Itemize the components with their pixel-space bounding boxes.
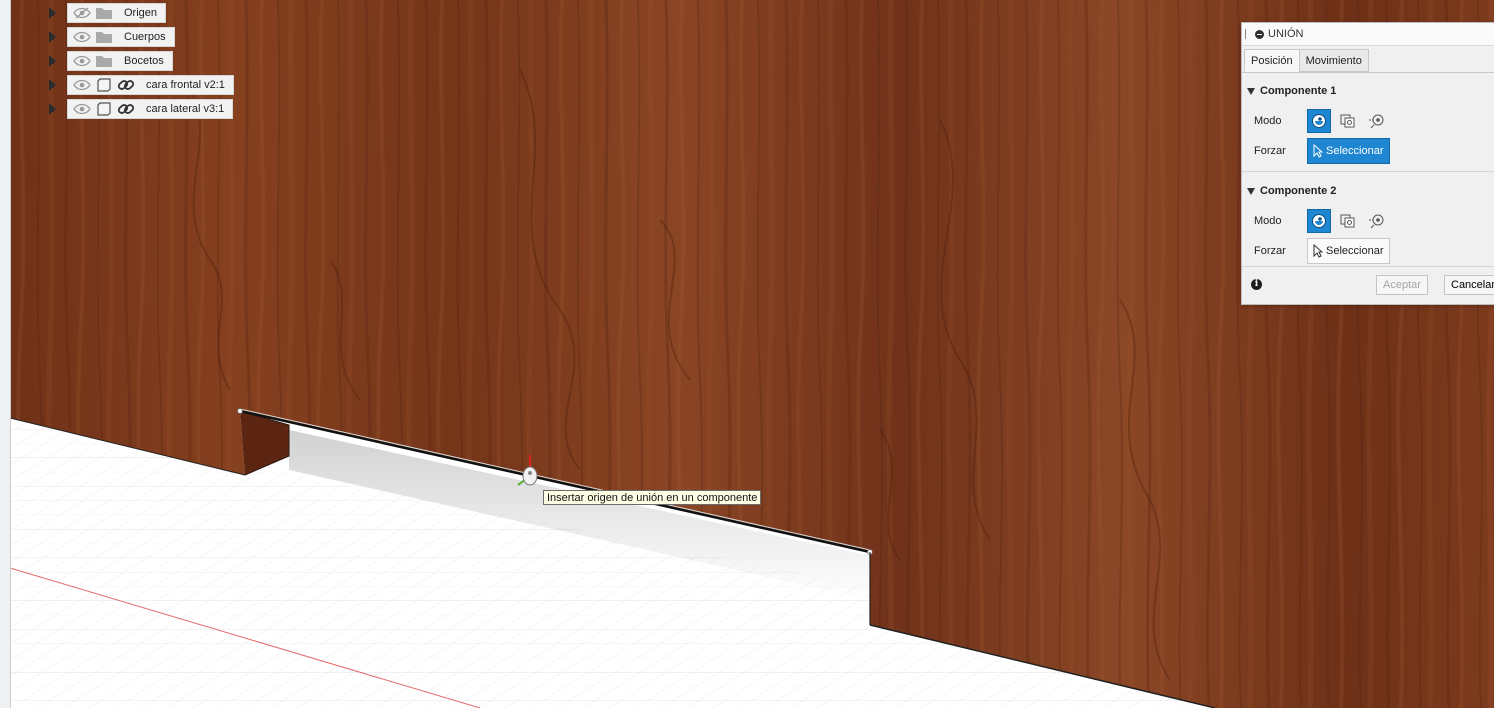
tree-chip: Origen	[67, 3, 167, 23]
tree-item-label: cara frontal v2:1	[146, 79, 225, 91]
cancel-button[interactable]: Cancelar	[1444, 275, 1494, 295]
eye-icon[interactable]	[72, 53, 92, 69]
tree-chip: Cuerpos	[67, 27, 175, 47]
eye-icon[interactable]	[72, 101, 92, 117]
joint-dialog: UNIÓN Posición Movimiento Componente 1 M…	[1241, 22, 1494, 305]
between-two-faces-button[interactable]	[1336, 209, 1360, 233]
select-label: Seleccionar	[1326, 145, 1384, 157]
tree-item-label: Cuerpos	[124, 31, 166, 43]
select-label: Seleccionar	[1326, 245, 1384, 257]
cursor-arrow-icon	[1313, 144, 1323, 158]
dialog-header[interactable]: UNIÓN	[1242, 23, 1494, 46]
link-icon	[116, 77, 136, 93]
mode-label: Modo	[1254, 115, 1282, 127]
folder-icon	[94, 5, 114, 21]
force-label: Forzar	[1254, 245, 1286, 257]
expand-arrow-icon[interactable]	[49, 55, 56, 67]
snap-icon	[1312, 114, 1326, 128]
tree-chip: Bocetos	[67, 51, 173, 71]
select-component-1-button[interactable]: Seleccionar	[1307, 138, 1391, 164]
section-divider	[1242, 171, 1494, 172]
tree-item-label: Bocetos	[124, 55, 164, 67]
tab-posicion[interactable]: Posición	[1244, 49, 1300, 72]
collapse-triangle-icon[interactable]	[1247, 187, 1255, 195]
collapse-triangle-icon[interactable]	[1247, 87, 1255, 95]
tooltip: Insertar origen de unión en un component…	[543, 490, 762, 505]
intersection-icon	[1369, 214, 1384, 229]
accept-button[interactable]: Aceptar	[1376, 275, 1428, 295]
tab-movimiento[interactable]: Movimiento	[1298, 49, 1369, 72]
left-window-edge	[0, 0, 11, 708]
drag-handle-icon[interactable]	[1245, 29, 1248, 39]
tabs-divider	[1242, 72, 1494, 73]
folder-icon	[94, 53, 114, 69]
info-icon[interactable]: i	[1251, 279, 1262, 290]
two-faces-icon	[1340, 214, 1355, 228]
section-title: Componente 2	[1260, 185, 1337, 197]
cursor-arrow-icon	[1313, 244, 1323, 258]
section-componente-2[interactable]: Componente 2	[1247, 185, 1336, 197]
force-label: Forzar	[1254, 145, 1286, 157]
intersection-icon	[1369, 114, 1384, 129]
folder-icon	[94, 29, 114, 45]
two-edge-intersection-button[interactable]	[1365, 209, 1389, 233]
expand-arrow-icon[interactable]	[49, 7, 56, 19]
tree-item-label: Origen	[124, 7, 158, 19]
section-componente-1[interactable]: Componente 1	[1247, 85, 1336, 97]
component-icon	[94, 101, 114, 117]
section-title: Componente 1	[1260, 85, 1337, 97]
hidden-eye-icon[interactable]	[72, 5, 92, 21]
collapse-icon[interactable]	[1255, 29, 1264, 39]
snap-mode-button[interactable]	[1307, 209, 1331, 233]
between-two-faces-button[interactable]	[1336, 109, 1360, 133]
expand-arrow-icon[interactable]	[49, 79, 56, 91]
component-icon	[94, 77, 114, 93]
mode-label: Modo	[1254, 215, 1282, 227]
eye-icon[interactable]	[72, 29, 92, 45]
select-component-2-button[interactable]: Seleccionar	[1307, 238, 1391, 264]
dialog-tabs: Posición Movimiento	[1244, 49, 1369, 73]
two-faces-icon	[1340, 114, 1355, 128]
tree-chip: cara lateral v3:1	[67, 99, 234, 119]
link-icon	[116, 101, 136, 117]
snap-icon	[1312, 214, 1326, 228]
dialog-title: UNIÓN	[1268, 28, 1304, 40]
eye-icon[interactable]	[72, 77, 92, 93]
footer-divider	[1242, 266, 1494, 267]
snap-mode-button[interactable]	[1307, 109, 1331, 133]
expand-arrow-icon[interactable]	[49, 103, 56, 115]
tree-chip: cara frontal v2:1	[67, 75, 234, 95]
tree-item-label: cara lateral v3:1	[146, 103, 225, 115]
two-edge-intersection-button[interactable]	[1365, 109, 1389, 133]
expand-arrow-icon[interactable]	[49, 31, 56, 43]
